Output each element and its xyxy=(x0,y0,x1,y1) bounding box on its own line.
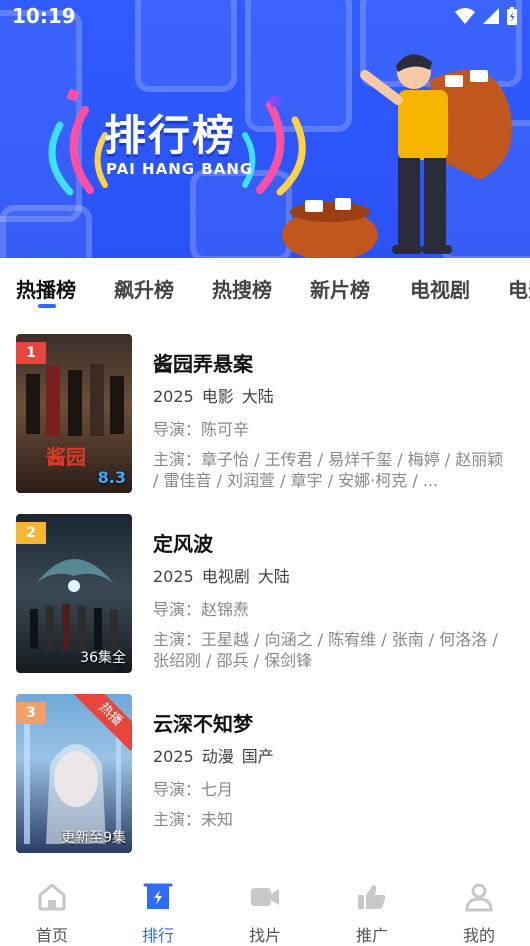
item-meta: 2025 动漫 国产 xyxy=(153,743,513,767)
list-item[interactable]: 2 36集全 定风波 2025 电视剧 大陆 导演：赵锦焘 主演：王星越 / 向涵之… xyxy=(0,514,530,674)
banner-subtitle: PAI HANG BANG xyxy=(106,160,254,178)
item-type: 动漫 xyxy=(201,747,234,766)
video-camera-icon xyxy=(251,888,279,906)
nav-promote[interactable]: 推广 xyxy=(332,882,412,946)
item-cast: 主演：未知 xyxy=(153,810,234,829)
home-icon xyxy=(38,883,66,911)
tab-rising[interactable]: 飙升榜 xyxy=(114,274,174,303)
character-illustration-icon xyxy=(282,54,512,258)
item-title[interactable]: 云深不知梦 xyxy=(153,708,513,737)
nav-profile-label: 我的 xyxy=(462,926,495,945)
item-director: 导演：赵锦焘 xyxy=(153,600,250,619)
list-item[interactable]: 3 热播 更新至9集 云深不知梦 2025 动漫 国产 导演：七月 主演：未知 xyxy=(0,694,530,854)
tab-hot-search[interactable]: 热搜榜 xyxy=(212,274,272,303)
battery-icon xyxy=(507,7,517,25)
user-icon xyxy=(465,883,493,912)
ranking-tabs: 热播榜 飙升榜 热搜榜 新片榜 电视剧 电影 xyxy=(0,258,530,314)
status-bar: 10:19 xyxy=(0,0,530,32)
nav-ranking-label: 排行 xyxy=(141,926,174,945)
item-meta: 2025 电视剧 大陆 xyxy=(153,563,513,587)
item-meta: 2025 电影 大陆 xyxy=(153,383,513,407)
item-cast: 主演：王星越 / 向涵之 / 陈宥维 / 张南 / 何洛洛 / 张绍刚 / 邵兵… xyxy=(153,630,498,670)
nav-find[interactable]: 找片 xyxy=(225,882,305,946)
tab-hot-play[interactable]: 热播榜 xyxy=(16,274,76,303)
item-year: 2025 xyxy=(153,747,194,766)
bottom-navigation: 首页 排行 找片 推广 我的 xyxy=(0,870,530,945)
nav-find-label: 找片 xyxy=(248,926,281,945)
poster-caption: 更新至9集 xyxy=(61,830,126,846)
nav-profile[interactable]: 我的 xyxy=(439,882,519,946)
poster-image[interactable]: 3 热播 更新至9集 xyxy=(16,694,132,853)
active-tab-indicator xyxy=(38,304,56,308)
nav-ranking[interactable]: 排行 xyxy=(118,882,198,946)
status-time: 10:19 xyxy=(12,4,76,28)
item-year: 2025 xyxy=(153,387,194,406)
item-type: 电影 xyxy=(201,387,234,406)
nav-promote-label: 推广 xyxy=(355,926,388,945)
item-title[interactable]: 定风波 xyxy=(153,528,513,557)
tab-tv-series[interactable]: 电视剧 xyxy=(410,274,470,303)
banner-title: 排行榜 xyxy=(104,111,237,160)
item-region: 国产 xyxy=(241,747,274,766)
item-director: 导演：七月 xyxy=(153,780,234,799)
poster-caption: 36集全 xyxy=(80,650,126,666)
wifi-icon xyxy=(455,8,475,24)
rank-badge: 3 xyxy=(16,702,46,724)
thumbs-up-icon xyxy=(358,885,386,909)
tab-new-release[interactable]: 新片榜 xyxy=(310,274,370,303)
item-title[interactable]: 酱园弄悬案 xyxy=(153,348,513,377)
poster-caption: 8.3 xyxy=(97,468,126,487)
list-item[interactable]: 酱园 1 8.3 酱园弄悬案 2025 电影 大陆 导演：陈可辛 主演：章子怡 / … xyxy=(0,334,530,494)
ranking-icon xyxy=(143,883,173,909)
ranking-banner: 排行榜 PAI HANG BANG xyxy=(0,0,530,258)
rank-badge: 1 xyxy=(16,342,46,364)
item-type: 电视剧 xyxy=(201,567,250,586)
poster-image[interactable]: 酱园 1 8.3 xyxy=(16,334,132,493)
signal-icon xyxy=(483,8,499,24)
rank-badge: 2 xyxy=(16,522,46,544)
svg-text:酱园: 酱园 xyxy=(46,445,86,469)
poster-image[interactable]: 2 36集全 xyxy=(16,514,132,673)
item-cast: 主演：章子怡 / 王传君 / 易烊千玺 / 梅婷 / 赵丽颖 / 雷佳音 / 刘… xyxy=(153,450,504,490)
nav-home-label: 首页 xyxy=(35,926,68,945)
item-director: 导演：陈可辛 xyxy=(153,420,250,439)
tab-movie[interactable]: 电影 xyxy=(508,274,530,303)
nav-home[interactable]: 首页 xyxy=(12,882,92,946)
item-region: 大陆 xyxy=(257,567,290,586)
item-region: 大陆 xyxy=(241,387,274,406)
item-year: 2025 xyxy=(153,567,194,586)
